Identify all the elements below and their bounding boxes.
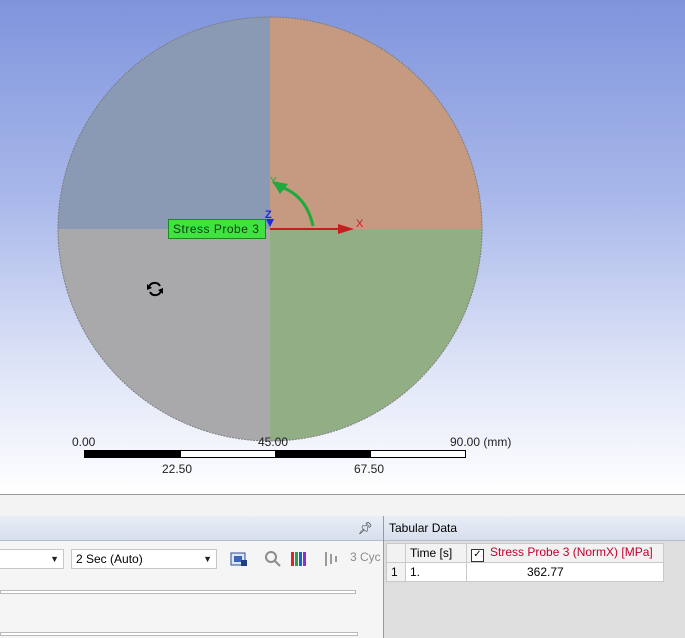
scale-label-start: 0.00 bbox=[72, 435, 96, 449]
export-video-icon[interactable] bbox=[230, 550, 248, 568]
series-checkbox[interactable]: ✓ bbox=[471, 548, 484, 562]
scale-segment-4 bbox=[370, 450, 466, 458]
duration-select[interactable]: 2 Sec (Auto) ▼ bbox=[71, 549, 217, 569]
quadrant-top-left bbox=[58, 17, 270, 229]
table-row[interactable]: 1 1. 362.77 bbox=[386, 562, 664, 582]
row-index-header bbox=[386, 543, 406, 563]
scale-label-quarter: 22.50 bbox=[162, 462, 193, 476]
cycles-label[interactable]: 3 Cyc bbox=[350, 550, 381, 564]
frames-select[interactable]: ▼ bbox=[0, 549, 64, 569]
color-bars-icon[interactable] bbox=[290, 550, 308, 568]
graphics-viewport[interactable]: X Y Z Stress Probe 3 0.00 45.00 90.00 (m… bbox=[0, 0, 685, 494]
pin-icon[interactable]: 📌︎ bbox=[358, 516, 373, 540]
graph-panel-header: 📌︎ bbox=[0, 516, 383, 541]
scale-label-three-quarter: 67.50 bbox=[354, 462, 385, 476]
column-header-stress-probe-label: Stress Probe 3 (NormX) [MPa] bbox=[490, 544, 653, 559]
chevron-down-icon: ▼ bbox=[50, 554, 59, 564]
column-header-stress-probe[interactable]: ✓ Stress Probe 3 (NormX) [MPa] bbox=[466, 543, 664, 563]
timeline-track[interactable] bbox=[0, 590, 356, 594]
animation-toolbar: ▼ 2 Sec (Auto) ▼ 3 Cyc bbox=[0, 541, 383, 575]
quadrant-top-right bbox=[270, 17, 482, 229]
tabular-data-header: Tabular Data bbox=[384, 516, 685, 541]
time-cell[interactable]: 1. bbox=[405, 562, 467, 582]
x-axis-label: X bbox=[356, 218, 364, 230]
model-geometry[interactable]: X Y Z bbox=[0, 0, 685, 494]
animation-cycles-icon[interactable] bbox=[322, 550, 340, 568]
table-header-row: Time [s] ✓ Stress Probe 3 (NormX) [MPa] bbox=[386, 543, 664, 563]
graph-panel: 📌︎ ▼ 2 Sec (Auto) ▼ 3 Cyc bbox=[0, 516, 384, 638]
tabular-data-table: Time [s] ✓ Stress Probe 3 (NormX) [MPa] 1… bbox=[386, 543, 664, 582]
chevron-down-icon: ▼ bbox=[203, 554, 212, 564]
scale-segment-1 bbox=[84, 450, 180, 458]
rotate-cursor-icon bbox=[147, 281, 163, 297]
zoom-icon[interactable] bbox=[264, 550, 282, 568]
tabular-data-panel: Tabular Data Time [s] ✓ Stress Probe 3 (N… bbox=[384, 516, 685, 638]
duration-select-value: 2 Sec (Auto) bbox=[76, 552, 143, 566]
scale-segment-3 bbox=[275, 450, 371, 458]
scale-label-mid: 45.00 bbox=[258, 435, 289, 449]
scale-label-end: 90.00 (mm) bbox=[450, 435, 512, 449]
column-header-time[interactable]: Time [s] bbox=[405, 543, 467, 563]
scale-segment-2 bbox=[180, 450, 276, 458]
stress-probe-label[interactable]: Stress Probe 3 bbox=[168, 219, 267, 239]
row-index: 1 bbox=[386, 562, 406, 582]
stress-value-cell[interactable]: 362.77 bbox=[466, 562, 664, 582]
timeline-track-lower[interactable] bbox=[0, 632, 358, 636]
y-axis-label: Y bbox=[270, 176, 277, 187]
panel-splitter[interactable] bbox=[0, 494, 685, 516]
